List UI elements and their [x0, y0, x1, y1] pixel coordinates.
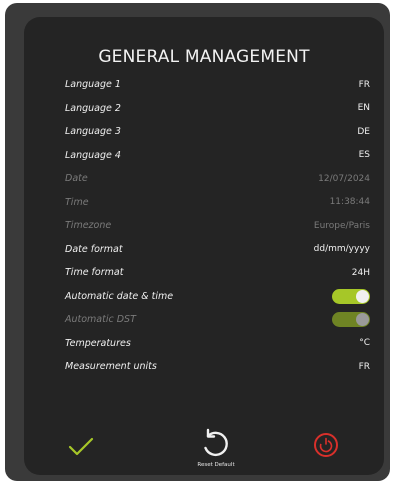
setting-row-temperatures[interactable]: Temperatures °C [65, 332, 372, 356]
setting-value: 12/07/2024 [318, 173, 370, 184]
setting-value: FR [358, 361, 370, 372]
setting-value: ES [358, 150, 370, 161]
setting-value: dd/mm/yyyy [313, 244, 370, 255]
setting-label: Timezone [65, 220, 112, 232]
setting-label: Automatic date & time [65, 290, 174, 302]
setting-value: FR [358, 79, 370, 90]
power-button[interactable] [313, 432, 339, 458]
setting-value: 24H [351, 267, 370, 278]
reset-default-label: Reset Default [197, 462, 235, 468]
toggle-switch [332, 312, 370, 328]
setting-label: Language 2 [65, 102, 121, 114]
toggle-knob [356, 313, 369, 327]
toggle-switch[interactable] [332, 288, 370, 304]
setting-label: Measurement units [65, 361, 157, 373]
reset-default-button[interactable]: Reset Default [186, 427, 246, 468]
setting-value: EN [357, 103, 370, 114]
setting-row-measurement-units[interactable]: Measurement units FR [65, 355, 372, 379]
page-title: GENERAL MANAGEMENT [98, 47, 310, 67]
setting-label: Language 1 [65, 79, 121, 91]
settings-list: Language 1 FR Language 2 EN Language 3 DE Lang… [65, 73, 372, 379]
setting-value: DE [357, 126, 370, 137]
setting-label: Time format [65, 267, 124, 279]
setting-row-automatic-date-time[interactable]: Automatic date & time [65, 285, 372, 309]
check-icon [68, 437, 94, 456]
toggle-knob [356, 289, 369, 303]
setting-row-time: Time 11:38:44 [65, 191, 372, 215]
setting-value: Europe/Paris [313, 220, 370, 231]
setting-label: Automatic DST [65, 314, 136, 326]
setting-row-language-4[interactable]: Language 4 ES [65, 144, 372, 168]
setting-row-automatic-dst: Automatic DST [65, 308, 372, 332]
setting-label: Time [65, 196, 89, 208]
action-bar: Reset Default [24, 427, 384, 481]
power-icon [314, 433, 338, 457]
setting-row-language-1[interactable]: Language 1 FR [65, 73, 372, 97]
setting-row-date-format[interactable]: Date format dd/mm/yyyy [65, 238, 372, 262]
setting-row-language-2[interactable]: Language 2 EN [65, 97, 372, 121]
setting-label: Temperatures [65, 337, 131, 349]
confirm-button[interactable] [68, 437, 94, 457]
setting-label: Date [65, 173, 88, 185]
setting-row-date: Date 12/07/2024 [65, 167, 372, 191]
setting-row-language-3[interactable]: Language 3 DE [65, 120, 372, 144]
device-screen: GENERAL MANAGEMENT Language 1 FR Language … [5, 3, 390, 481]
setting-label: Language 4 [65, 149, 121, 161]
setting-label: Language 3 [65, 126, 121, 138]
setting-row-time-format[interactable]: Time format 24H [65, 261, 372, 285]
general-management-panel: GENERAL MANAGEMENT Language 1 FR Language … [24, 17, 384, 475]
setting-label: Date format [65, 243, 123, 255]
setting-value: °C [359, 338, 370, 349]
setting-value: 11:38:44 [329, 197, 370, 208]
rotate-ccw-icon [204, 428, 228, 457]
setting-row-timezone: Timezone Europe/Paris [65, 214, 372, 238]
